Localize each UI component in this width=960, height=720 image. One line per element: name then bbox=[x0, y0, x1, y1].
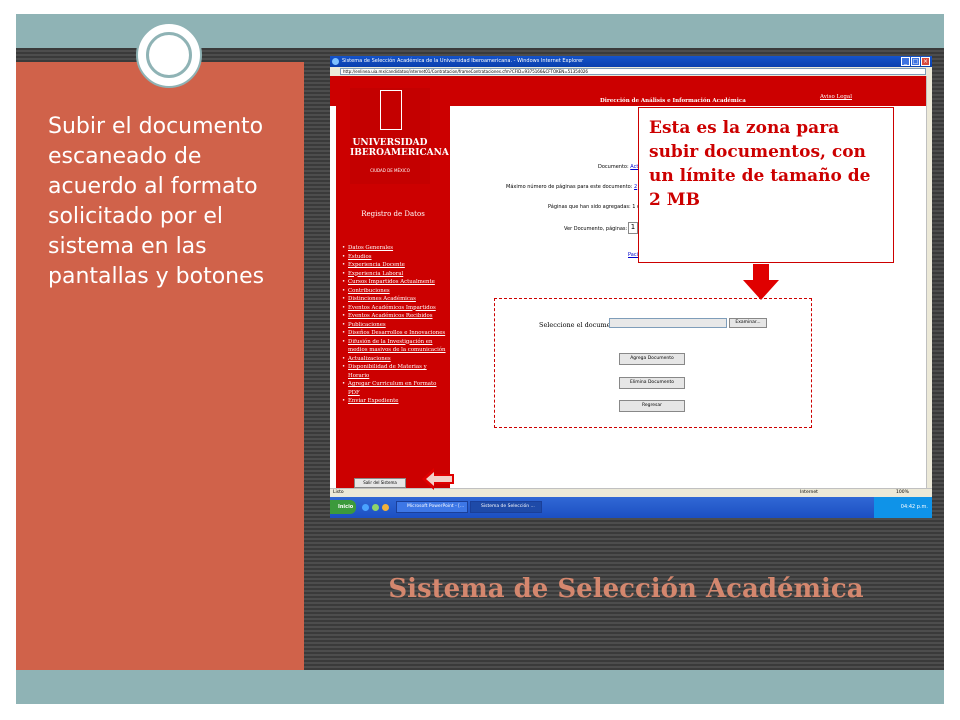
maximize-button[interactable]: □ bbox=[911, 57, 920, 66]
menu-item-estudios[interactable]: Estudios bbox=[342, 253, 448, 262]
menu-item-curriculum-pdf[interactable]: Agregar Curriculum en Formato PDF bbox=[342, 380, 448, 397]
logo-emblem-icon bbox=[380, 90, 402, 130]
menu-item-contribuciones[interactable]: Contribuciones bbox=[342, 287, 448, 296]
delete-document-button[interactable]: Elimina Documento bbox=[619, 377, 685, 389]
logo-name: UNIVERSIDAD IBEROAMERICANA bbox=[350, 138, 449, 158]
documento-label: Documento: bbox=[598, 164, 629, 170]
menu-item-enviar-expediente[interactable]: Enviar Expediente bbox=[342, 397, 448, 406]
documento-row: Documento: Acta bbox=[598, 164, 641, 170]
window-controls: _ □ × bbox=[901, 57, 930, 66]
sidebar: UNIVERSIDAD IBEROAMERICANA CIUDAD DE MÉX… bbox=[336, 84, 450, 488]
down-arrow-icon bbox=[753, 264, 769, 280]
sidebar-menu: Datos Generales Estudios Experiencia Doc… bbox=[342, 244, 448, 406]
system-tray-clock: 04:42 p.m. bbox=[874, 497, 932, 518]
max-pages-row: Máximo número de páginas para este docum… bbox=[506, 184, 637, 190]
header-title: Dirección de Análisis e Información Acad… bbox=[600, 98, 746, 104]
browse-button[interactable]: Examinar... bbox=[729, 318, 767, 328]
aviso-legal-link[interactable]: Aviso Legal bbox=[820, 94, 852, 100]
ver-documento-label: Ver Documento, páginas: bbox=[564, 226, 628, 232]
agregadas-row: Páginas que han sido agregadas: 1 de bbox=[548, 204, 644, 210]
down-arrow-head-icon bbox=[743, 280, 779, 300]
registro-heading: Registro de Datos bbox=[361, 210, 425, 218]
add-document-button[interactable]: Agrega Documento bbox=[619, 353, 685, 365]
desktop-quicklaunch-icon[interactable] bbox=[372, 504, 379, 511]
max-pages-label: Máximo número de páginas para este docum… bbox=[506, 184, 633, 190]
window-titlebar: Sistema de Selección Académica de la Uni… bbox=[330, 56, 932, 67]
menu-item-difusion[interactable]: Difusión de la Investigación en medios m… bbox=[342, 338, 448, 355]
status-zone: Internet bbox=[800, 490, 818, 495]
menu-item-eventos-recibidos[interactable]: Eventos Académicos Recibidos bbox=[342, 312, 448, 321]
salir-button[interactable]: Salir del Sistema bbox=[354, 478, 406, 488]
start-button[interactable]: Inicio bbox=[330, 500, 356, 514]
menu-item-cursos-impartidos[interactable]: Cursos Impartidos Actualmente bbox=[342, 278, 448, 287]
decorative-circle-inner bbox=[146, 32, 192, 78]
slide-title: Sistema de Selección Académica bbox=[388, 574, 864, 604]
taskbar: Inicio Microsoft PowerPoint - [... Siste… bbox=[330, 497, 932, 518]
decorative-circle bbox=[136, 22, 202, 88]
minimize-button[interactable]: _ bbox=[901, 57, 910, 66]
taskbar-powerpoint[interactable]: Microsoft PowerPoint - [... bbox=[396, 501, 468, 513]
menu-item-publicaciones[interactable]: Publicaciones bbox=[342, 321, 448, 330]
vertical-scrollbar[interactable] bbox=[926, 76, 932, 488]
logo-city: CIUDAD DE MÉXICO bbox=[370, 168, 410, 173]
pag-link[interactable]: Paci bbox=[628, 252, 638, 258]
media-quicklaunch-icon[interactable] bbox=[382, 504, 389, 511]
ie-icon bbox=[332, 58, 339, 65]
menu-item-experiencia-docente[interactable]: Experiencia Docente bbox=[342, 261, 448, 270]
zoom-level[interactable]: 100% bbox=[896, 489, 909, 497]
status-bar: Listo Internet 100% bbox=[330, 488, 932, 497]
upload-zone: Seleccione el documento: Examinar... Agr… bbox=[494, 298, 812, 428]
menu-item-disponibilidad[interactable]: Disponibilidad de Materias y Horario bbox=[342, 363, 448, 380]
address-field[interactable]: http://enlinea.uia.mx/candidatos/interne… bbox=[340, 68, 926, 75]
menu-item-disenos[interactable]: Diseños Desarrollos e Innovaciones bbox=[342, 329, 448, 338]
address-bar: http://enlinea.uia.mx/candidatos/interne… bbox=[330, 67, 932, 76]
left-arrow-icon bbox=[422, 468, 454, 490]
close-button[interactable]: × bbox=[921, 57, 930, 66]
status-text: Listo bbox=[333, 490, 344, 495]
ie-quicklaunch-icon[interactable] bbox=[362, 504, 369, 511]
university-logo: UNIVERSIDAD IBEROAMERICANA CIUDAD DE MÉX… bbox=[350, 88, 449, 184]
menu-item-eventos-impartidos[interactable]: Eventos Académicos Impartidos bbox=[342, 304, 448, 313]
menu-item-actualizaciones[interactable]: Actualizaciones bbox=[342, 355, 448, 364]
slide-body-text: Subir el documento escaneado de acuerdo … bbox=[48, 114, 265, 289]
max-pages-value: 2 bbox=[634, 184, 638, 190]
page-number-box[interactable]: 1 bbox=[628, 222, 638, 234]
window-title: Sistema de Selección Académica de la Uni… bbox=[342, 58, 584, 64]
file-input[interactable] bbox=[609, 318, 727, 328]
back-button[interactable]: Regresar bbox=[619, 400, 685, 412]
taskbar-browser[interactable]: Sistema de Selección ... bbox=[470, 501, 542, 513]
menu-item-distinciones[interactable]: Distinciones Académicas bbox=[342, 295, 448, 304]
annotation-callout: Esta es la zona para subir documentos, c… bbox=[638, 107, 894, 263]
menu-item-experiencia-laboral[interactable]: Experiencia Laboral bbox=[342, 270, 448, 279]
menu-item-datos-generales[interactable]: Datos Generales bbox=[342, 244, 448, 253]
